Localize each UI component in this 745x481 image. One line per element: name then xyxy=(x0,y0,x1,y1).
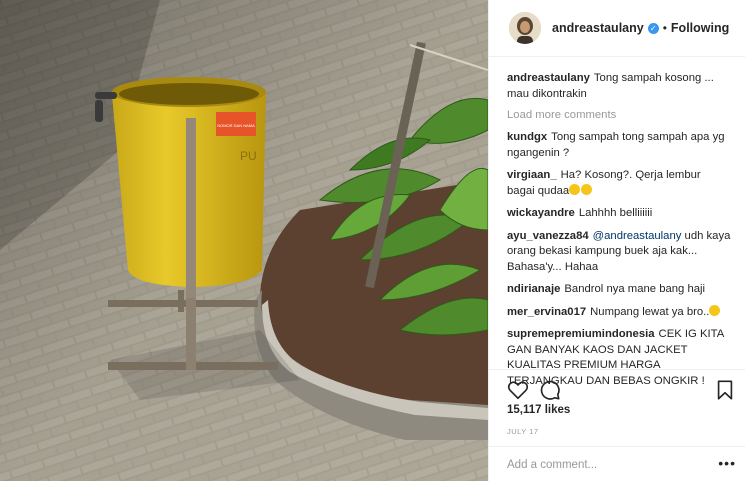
caption: andreastaulany Tong sampah kosong ... mau… xyxy=(507,71,731,102)
likes-count[interactable]: 15,117 likes xyxy=(507,404,570,416)
following-button[interactable]: Following xyxy=(671,21,729,35)
comment-text: Bandrol nya mane bang haji xyxy=(564,283,706,295)
comment-list: andreastaulany Tong sampah kosong ... mau… xyxy=(489,57,745,389)
comment-item: virgiaan_ Ha? Kosong?. Qerja lembur bagai… xyxy=(507,168,731,199)
comment-text: Numpang lewat ya bro.. xyxy=(590,305,710,318)
comment-item: ayu_vanezza84 @andreastaulany udh kaya or… xyxy=(507,229,731,276)
post-photo: NOMOR DAN NAMA PU xyxy=(0,0,488,481)
comment-item: wickayandre Lahhhh belliiiiii xyxy=(507,206,731,222)
add-comment-input[interactable]: Add a comment... xyxy=(507,459,597,471)
caption-username[interactable]: andreastaulany xyxy=(507,72,590,84)
comment-username[interactable]: supremepremiumindonesia xyxy=(507,328,655,340)
laughing-emoji-icon xyxy=(581,183,593,195)
post-date: JULY 17 xyxy=(507,427,539,436)
header-separator: • xyxy=(662,21,667,35)
avatar[interactable] xyxy=(509,12,541,44)
more-options-icon[interactable]: ••• xyxy=(718,455,736,471)
add-comment-bar: Add a comment... ••• xyxy=(489,446,745,481)
comment-icon[interactable] xyxy=(539,379,561,401)
comment-username[interactable]: wickayandre xyxy=(507,207,575,219)
can-print-text: PU xyxy=(240,149,257,163)
header-username[interactable]: andreastaulany xyxy=(552,21,644,35)
comment-username[interactable]: kundgx xyxy=(507,131,547,143)
comment-item: ndirianaje Bandrol nya mane bang haji xyxy=(507,282,731,298)
comment-item: mer_ervina017 Numpang lewat ya bro.. xyxy=(507,304,731,321)
laughing-emoji-icon xyxy=(569,183,581,195)
smirk-emoji-icon xyxy=(709,304,721,316)
instagram-post: NOMOR DAN NAMA PU andreastaulany ✓ • Fol… xyxy=(0,0,745,481)
post-side-panel: andreastaulany ✓ • Following andreastaul… xyxy=(488,0,745,481)
photo-trash-can-scene: NOMOR DAN NAMA PU xyxy=(0,0,488,481)
comment-username[interactable]: virgiaan_ xyxy=(507,169,557,181)
load-more-comments-button[interactable]: Load more comments xyxy=(507,109,731,121)
comment-username[interactable]: mer_ervina017 xyxy=(507,306,586,318)
comment-username[interactable]: ayu_vanezza84 xyxy=(507,230,589,242)
bookmark-icon[interactable] xyxy=(714,379,736,401)
action-bar xyxy=(489,369,745,409)
can-sticker-text: NOMOR DAN NAMA xyxy=(217,123,255,128)
comment-item: kundgx Tong sampah tong sampah apa yg nga… xyxy=(507,130,731,161)
heart-icon[interactable] xyxy=(507,379,529,401)
avatar-image xyxy=(509,12,541,44)
comment-text: Lahhhh belliiiiii xyxy=(578,207,653,219)
post-header: andreastaulany ✓ • Following xyxy=(489,0,745,57)
verified-badge-icon: ✓ xyxy=(647,22,659,34)
comment-mention[interactable]: @andreastaulany xyxy=(593,230,682,242)
comment-username[interactable]: ndirianaje xyxy=(507,283,560,295)
